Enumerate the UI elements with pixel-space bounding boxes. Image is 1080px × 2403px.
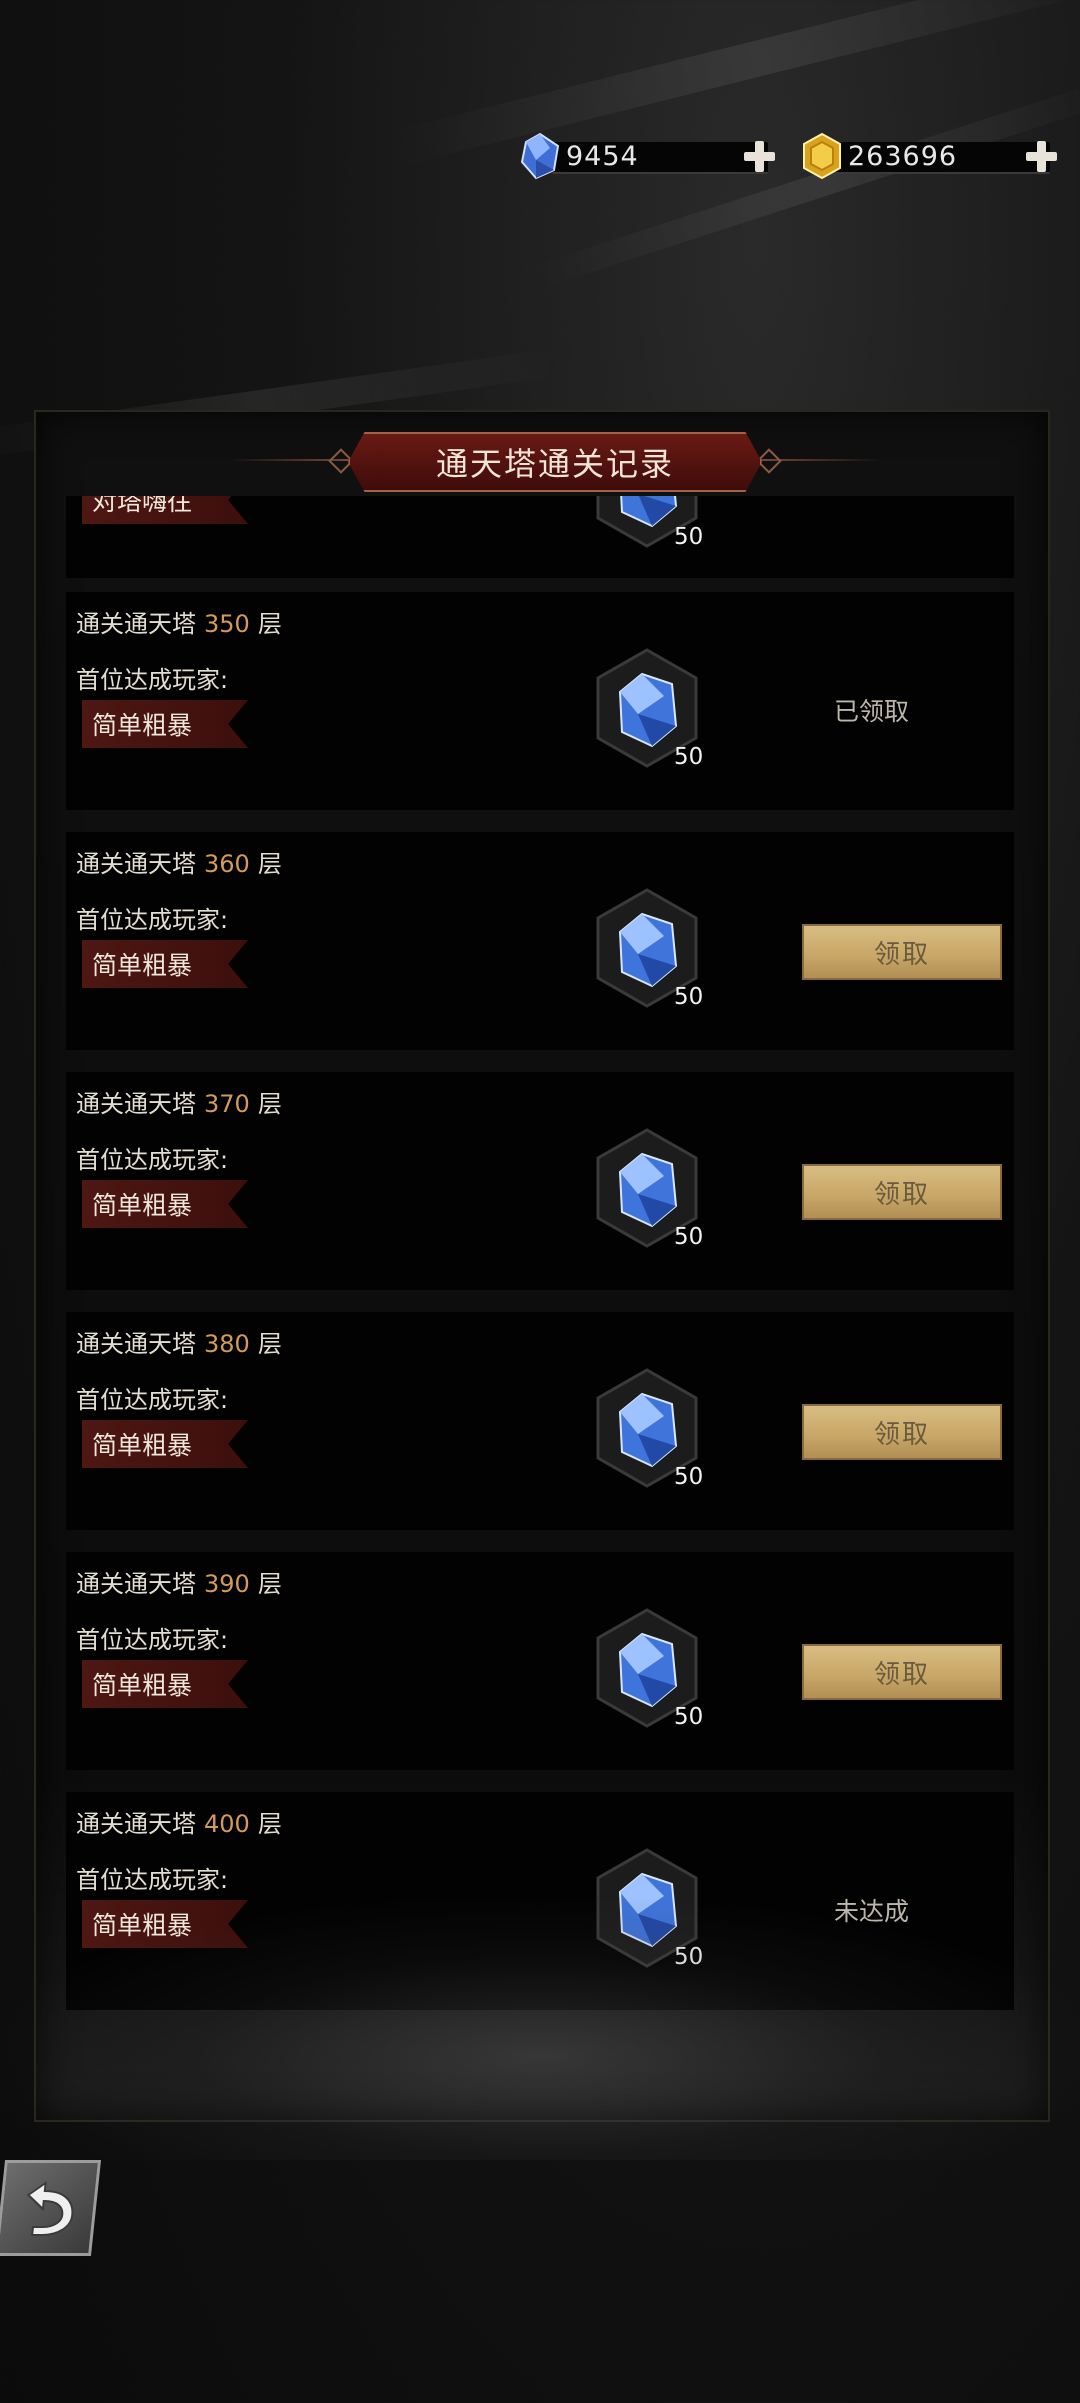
claim-button[interactable]: 领取 <box>802 924 1002 980</box>
list-item: 通关通天塔 380 层首位达成玩家: 简单粗暴 50 领取 <box>66 1312 1014 1530</box>
record-list[interactable]: 对塔嗨往 50 通关通天塔 350 层首位达成玩家: 简单粗暴 50 已领取 通关通天塔 36… <box>66 496 1014 2026</box>
player-name: 简单粗暴 <box>92 951 193 980</box>
first-achiever-label: 首位达成玩家: <box>76 1866 229 1894</box>
claim-button[interactable]: 领取 <box>802 1164 1002 1220</box>
row-title-prefix: 通关通天塔 <box>76 1330 196 1358</box>
floor-number: 350 <box>204 610 250 638</box>
row-title-suffix: 层 <box>257 610 282 638</box>
player-name: 简单粗暴 <box>92 1431 193 1460</box>
status-label: 已领取 <box>834 697 910 726</box>
add-gems-button[interactable] <box>742 139 776 173</box>
floor-number: 400 <box>204 1810 250 1838</box>
row-title-suffix: 层 <box>257 1810 282 1838</box>
row-title-suffix: 层 <box>257 850 282 878</box>
claim-button[interactable]: 领取 <box>802 1404 1002 1460</box>
list-item: 通关通天塔 390 层首位达成玩家: 简单粗暴 50 领取 <box>66 1552 1014 1770</box>
back-arrow-icon <box>26 2181 74 2236</box>
claim-button[interactable]: 领取 <box>802 1644 1002 1700</box>
first-achiever-label: 首位达成玩家: <box>76 666 229 694</box>
player-tag: 简单粗暴 <box>82 700 248 748</box>
claim-button-label: 领取 <box>873 1419 930 1450</box>
claim-button-label: 领取 <box>873 1179 930 1210</box>
gold-count: 263696 <box>848 140 958 172</box>
gold-coin-icon <box>803 132 841 180</box>
first-achiever-label: 首位达成玩家: <box>76 1386 229 1414</box>
floor-number: 360 <box>204 850 250 878</box>
reward-count: 50 <box>674 1464 704 1490</box>
back-button[interactable] <box>0 2160 102 2256</box>
row-title: 通关通天塔 400 层 <box>76 1804 282 1839</box>
reward-count: 50 <box>674 1224 704 1250</box>
reward-count: 50 <box>674 524 704 550</box>
row-title: 通关通天塔 350 层 <box>76 604 282 639</box>
first-achiever-label: 首位达成玩家: <box>76 1146 229 1174</box>
gold-currency: 263696 <box>800 132 1058 180</box>
panel-title: 通天塔通关记录 <box>435 445 674 483</box>
player-name: 简单粗暴 <box>92 1671 193 1700</box>
first-achiever-label: 首位达成玩家: <box>76 1626 229 1654</box>
player-tag: 简单粗暴 <box>82 1180 248 1228</box>
floor-number: 380 <box>204 1330 250 1358</box>
row-title-prefix: 通关通天塔 <box>76 1810 196 1838</box>
row-title-prefix: 通关通天塔 <box>76 850 196 878</box>
row-title: 通关通天塔 380 层 <box>76 1324 282 1359</box>
row-title-suffix: 层 <box>257 1090 282 1118</box>
row-title-prefix: 通关通天塔 <box>76 1570 196 1598</box>
row-title: 通关通天塔 360 层 <box>76 844 282 879</box>
player-tag: 简单粗暴 <box>82 940 248 988</box>
row-title-prefix: 通关通天塔 <box>76 1090 196 1118</box>
add-gold-button[interactable] <box>1024 139 1058 173</box>
gem-count: 9454 <box>566 140 639 172</box>
fog-overlay <box>0 1900 1080 2160</box>
panel-title-plate: 通天塔通关记录 <box>348 432 762 492</box>
player-name: 简单粗暴 <box>92 1191 193 1220</box>
player-name: 简单粗暴 <box>92 711 193 740</box>
reward-count: 50 <box>674 744 704 770</box>
reward-count: 50 <box>674 984 704 1010</box>
claim-button-label: 领取 <box>873 939 930 970</box>
floor-number: 370 <box>204 1090 250 1118</box>
player-tag: 对塔嗨往 <box>82 496 248 524</box>
row-title-prefix: 通关通天塔 <box>76 610 196 638</box>
row-title: 通关通天塔 370 层 <box>76 1084 282 1119</box>
row-title-suffix: 层 <box>257 1570 282 1598</box>
list-item: 通关通天塔 350 层首位达成玩家: 简单粗暴 50 已领取 <box>66 592 1014 810</box>
list-item: 通关通天塔 370 层首位达成玩家: 简单粗暴 50 领取 <box>66 1072 1014 1290</box>
reward-count: 50 <box>674 1704 704 1730</box>
claim-button-label: 领取 <box>873 1659 930 1690</box>
player-tag: 简单粗暴 <box>82 1420 248 1468</box>
gem-currency: 9454 <box>518 132 776 180</box>
list-item: 通关通天塔 360 层首位达成玩家: 简单粗暴 50 领取 <box>66 832 1014 1050</box>
blue-gem-icon <box>520 132 560 180</box>
first-achiever-label: 首位达成玩家: <box>76 906 229 934</box>
row-title-suffix: 层 <box>257 1330 282 1358</box>
row-title: 通关通天塔 390 层 <box>76 1564 282 1599</box>
floor-number: 390 <box>204 1570 250 1598</box>
player-tag: 简单粗暴 <box>82 1660 248 1708</box>
list-item-partial: 对塔嗨往 50 <box>66 496 1014 578</box>
